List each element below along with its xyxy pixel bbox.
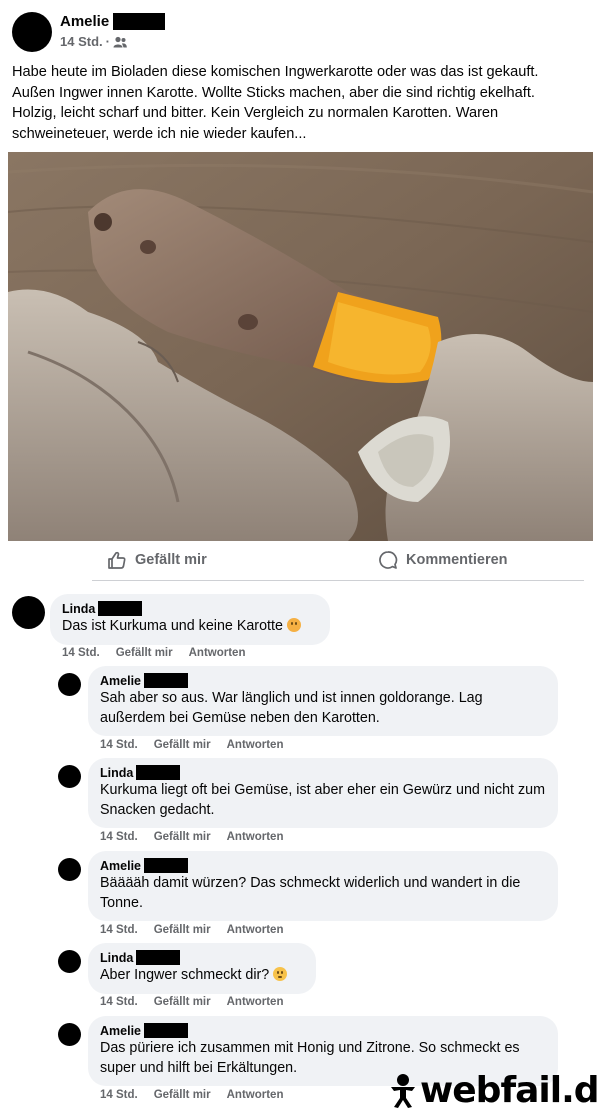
comment-author[interactable]: Amelie	[100, 858, 546, 874]
comment-like-link[interactable]: Gefällt mir	[154, 1089, 211, 1101]
redacted-name-bar	[136, 765, 181, 781]
comment-text: Sah aber so aus. War länglich und ist in…	[100, 690, 483, 726]
comment-author[interactable]: Linda	[100, 950, 304, 966]
thumbs-up-icon	[108, 551, 126, 569]
redacted-name-bar	[136, 950, 181, 966]
comment-bubble: Amelie Sah aber so aus. War länglich und…	[88, 666, 558, 736]
comment-like-link[interactable]: Gefällt mir	[116, 647, 173, 659]
post-meta: 14 Std. ·	[60, 34, 127, 49]
avatar[interactable]	[58, 765, 81, 788]
comment: Linda Das ist Kurkuma und keine Karotte …	[12, 594, 588, 666]
comment-author[interactable]: Amelie	[100, 673, 546, 689]
avatar[interactable]	[12, 596, 45, 629]
comment-text: Das ist Kurkuma und keine Karotte	[62, 617, 318, 637]
divider	[92, 580, 584, 581]
comment-reply-link[interactable]: Antworten	[227, 996, 284, 1008]
comment-bubble: Linda Kurkuma liegt oft bei Gemüse, ist …	[88, 758, 558, 828]
post-photo[interactable]	[8, 152, 593, 541]
comment-meta: 14 Std. Gefällt mir Antworten	[100, 1089, 284, 1101]
comment-author[interactable]: Linda	[100, 765, 546, 781]
comment-meta: 14 Std. Gefällt mir Antworten	[100, 924, 284, 936]
avatar[interactable]	[58, 950, 81, 973]
post-header: Amelie 14 Std. ·	[12, 12, 588, 56]
comment-like-link[interactable]: Gefällt mir	[154, 831, 211, 843]
comment-meta: 14 Std. Gefällt mir Antworten	[100, 739, 284, 751]
comment-bubble-icon	[379, 551, 398, 569]
comment-meta: 14 Std. Gefällt mir Antworten	[100, 831, 284, 843]
like-button[interactable]: Gefällt mir	[107, 550, 207, 570]
comment-button[interactable]: Kommentieren	[378, 550, 508, 570]
post-actions: Gefällt mir Kommentieren	[0, 542, 600, 580]
comment-like-link[interactable]: Gefällt mir	[154, 924, 211, 936]
avatar[interactable]	[58, 673, 81, 696]
comment-text: Bääääh damit würzen? Das schmeckt widerl…	[100, 875, 521, 911]
post-author[interactable]: Amelie	[60, 12, 166, 30]
turmeric-ginger-photo	[8, 152, 593, 541]
watermark: webfail.de	[388, 1070, 600, 1111]
avatar[interactable]	[58, 858, 81, 881]
avatar[interactable]	[58, 1023, 81, 1046]
redacted-name-bar	[98, 601, 143, 617]
confused-face-emoji-icon	[273, 967, 288, 981]
comment-reply-link[interactable]: Antworten	[189, 647, 246, 659]
comment-bubble: Linda Aber Ingwer schmeckt dir?	[88, 943, 316, 994]
comment-text: Aber Ingwer schmeckt dir?	[100, 966, 304, 986]
comment-reply-link[interactable]: Antworten	[227, 831, 284, 843]
redacted-name-bar	[113, 12, 166, 30]
redacted-name-bar	[144, 858, 188, 874]
comment-bubble: Amelie Bääääh damit würzen? Das schmeckt…	[88, 851, 558, 921]
comment-text: Kurkuma liegt oft bei Gemüse, ist aber e…	[100, 782, 546, 818]
post-time[interactable]: 14 Std.	[60, 34, 103, 49]
comment-meta: 14 Std. Gefällt mir Antworten	[62, 647, 246, 659]
webfail-mascot-icon	[391, 1073, 415, 1108]
flushed-face-emoji-icon	[286, 618, 301, 632]
avatar[interactable]	[12, 12, 52, 52]
comment-like-link[interactable]: Gefällt mir	[154, 739, 211, 751]
comment-reply-link[interactable]: Antworten	[227, 924, 284, 936]
comment-meta: 14 Std. Gefällt mir Antworten	[100, 996, 284, 1008]
comment-like-link[interactable]: Gefällt mir	[154, 996, 211, 1008]
comment-author[interactable]: Linda	[62, 601, 318, 617]
redacted-name-bar	[144, 673, 188, 689]
comment-bubble: Linda Das ist Kurkuma und keine Karotte	[50, 594, 330, 645]
friends-icon	[113, 36, 127, 47]
comment-reply-link[interactable]: Antworten	[227, 1089, 284, 1101]
redacted-name-bar	[144, 1023, 188, 1039]
post-text: Habe heute im Bioladen diese komischen I…	[12, 64, 539, 142]
comment-author[interactable]: Amelie	[100, 1023, 546, 1039]
comment-reply-link[interactable]: Antworten	[227, 739, 284, 751]
